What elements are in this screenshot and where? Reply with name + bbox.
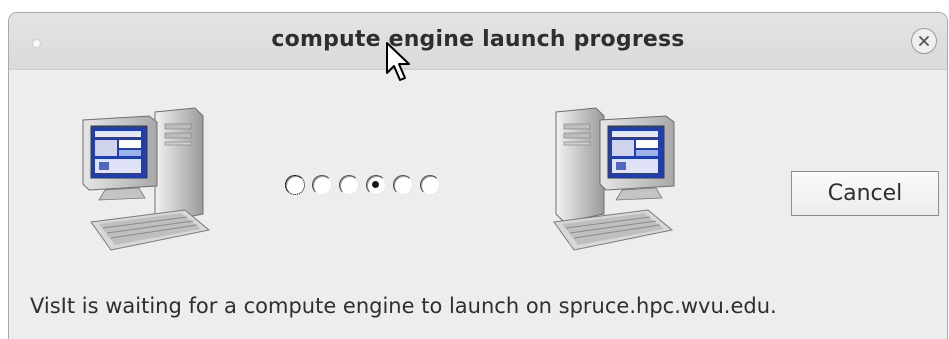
desktop-computer-icon <box>82 107 211 251</box>
cancel-button[interactable]: Cancel <box>791 171 939 216</box>
mouse-pointer-icon <box>386 42 410 81</box>
close-button[interactable] <box>911 28 937 54</box>
progress-radio-5[interactable] <box>393 175 413 195</box>
progress-radio-2[interactable] <box>312 175 332 195</box>
desktop-computer-icon <box>553 107 675 251</box>
progress-radio-4[interactable] <box>366 175 386 195</box>
progress-radio-6[interactable] <box>420 175 440 195</box>
progress-radio-1[interactable] <box>285 175 305 195</box>
title-bar[interactable]: compute engine launch progress <box>9 13 947 70</box>
progress-indicator <box>285 174 440 196</box>
window-title: compute engine launch progress <box>271 27 685 52</box>
progress-radio-3[interactable] <box>339 175 359 195</box>
status-message: VisIt is waiting for a compute engine to… <box>30 294 777 318</box>
launch-progress-dialog: compute engine launch progress Cancel Vi… <box>8 12 948 339</box>
close-icon <box>919 36 929 46</box>
